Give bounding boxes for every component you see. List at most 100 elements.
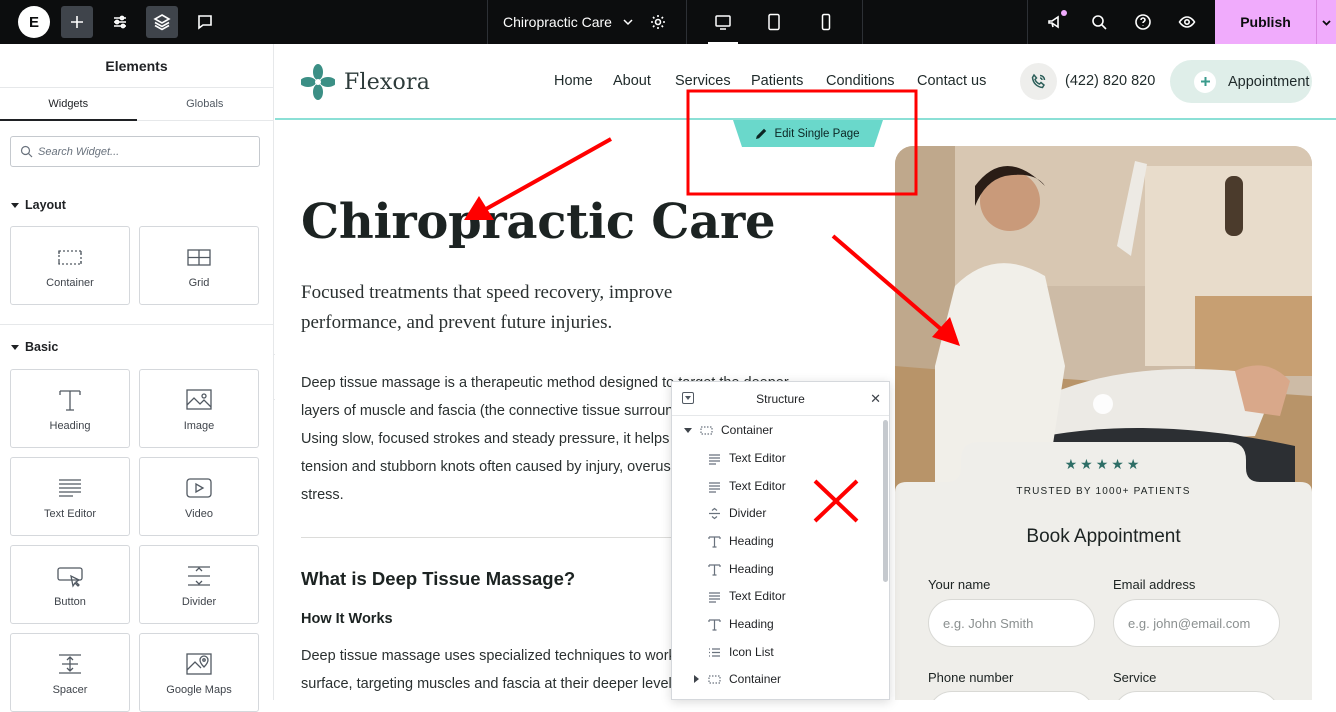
desktop-view-button[interactable] bbox=[708, 10, 738, 44]
service-select[interactable] bbox=[1113, 691, 1280, 700]
structure-item-label: Divider bbox=[729, 506, 767, 520]
phone-label: Phone number bbox=[928, 670, 1014, 685]
structure-item-icon-list[interactable]: Icon List bbox=[708, 641, 774, 663]
category-basic[interactable]: Basic bbox=[11, 340, 58, 354]
nav-home[interactable]: Home bbox=[554, 73, 593, 89]
widget-video[interactable]: Video bbox=[139, 457, 259, 536]
search-icon bbox=[1092, 15, 1107, 30]
close-icon[interactable]: ✕ bbox=[870, 391, 881, 407]
hero-subtitle[interactable]: Focused treatments that speed recovery, … bbox=[301, 278, 741, 338]
caret-right-icon[interactable] bbox=[694, 675, 699, 683]
nav-about[interactable]: About bbox=[613, 73, 651, 89]
add-element-button[interactable] bbox=[61, 6, 93, 38]
widget-label: Container bbox=[46, 276, 94, 289]
widget-image[interactable]: Image bbox=[139, 369, 259, 448]
name-label: Your name bbox=[928, 577, 991, 592]
structure-panel: Structure ✕ Container Text Editor Text E… bbox=[671, 381, 890, 700]
widget-text-editor[interactable]: Text Editor bbox=[10, 457, 130, 536]
notification-dot bbox=[1061, 10, 1067, 16]
nav-patients[interactable]: Patients bbox=[751, 73, 803, 89]
container-icon bbox=[58, 249, 82, 265]
tab-globals[interactable]: Globals bbox=[137, 88, 274, 120]
structure-item-divider[interactable]: Divider bbox=[708, 502, 766, 524]
category-layout[interactable]: Layout bbox=[11, 198, 66, 212]
structure-item-text-editor[interactable]: Text Editor bbox=[708, 475, 786, 497]
widget-grid[interactable]: Grid bbox=[139, 226, 259, 305]
text-editor-icon bbox=[709, 591, 720, 603]
email-field[interactable]: e.g. john@email.com bbox=[1113, 599, 1280, 647]
tablet-icon bbox=[768, 13, 780, 31]
search-placeholder: Search Widget... bbox=[38, 145, 120, 158]
widget-divider[interactable]: Divider bbox=[139, 545, 259, 624]
site-logo[interactable]: Flexora bbox=[301, 63, 430, 101]
layers-icon bbox=[153, 14, 171, 31]
structure-item-text-editor[interactable]: Text Editor bbox=[708, 585, 786, 607]
site-settings-button[interactable] bbox=[104, 6, 136, 38]
widget-label: Button bbox=[54, 595, 86, 608]
structure-title: Structure bbox=[756, 391, 805, 406]
booking-card-background bbox=[895, 442, 1312, 700]
structure-button[interactable] bbox=[146, 6, 178, 38]
trusted-text: TRUSTED BY 1000+ PATIENTS bbox=[1016, 486, 1191, 497]
nav-services[interactable]: Services bbox=[675, 73, 731, 89]
structure-item-container[interactable]: Container bbox=[684, 419, 773, 441]
widget-heading[interactable]: Heading bbox=[10, 369, 130, 448]
topbar-divider bbox=[1027, 0, 1028, 44]
publish-button[interactable]: Publish bbox=[1215, 0, 1316, 44]
help-button[interactable] bbox=[1127, 6, 1159, 38]
widget-google-maps[interactable]: Google Maps bbox=[139, 633, 259, 712]
nav-conditions[interactable]: Conditions bbox=[826, 73, 895, 89]
page-settings-button[interactable] bbox=[642, 6, 674, 38]
hero-heading[interactable]: Chiropractic Care bbox=[301, 194, 776, 250]
elements-panel: Elements Widgets Globals Search Widget..… bbox=[0, 44, 274, 712]
container-icon bbox=[700, 425, 713, 435]
structure-item-label: Icon List bbox=[729, 645, 774, 659]
caret-down-icon[interactable] bbox=[684, 427, 692, 433]
elementor-logo-icon[interactable]: E bbox=[18, 6, 50, 38]
email-placeholder: e.g. john@email.com bbox=[1128, 615, 1251, 631]
structure-item-heading[interactable]: Heading bbox=[708, 613, 774, 635]
structure-item-text-editor[interactable]: Text Editor bbox=[708, 447, 786, 469]
tab-widgets[interactable]: Widgets bbox=[0, 88, 137, 121]
icon-list-icon bbox=[709, 647, 720, 657]
email-label: Email address bbox=[1113, 577, 1196, 592]
structure-item-heading[interactable]: Heading bbox=[708, 558, 774, 580]
chevron-down-icon bbox=[1322, 19, 1331, 26]
whats-new-button[interactable] bbox=[1039, 6, 1071, 38]
topbar-divider bbox=[686, 0, 687, 44]
mobile-view-button[interactable] bbox=[814, 10, 838, 34]
publish-options-button[interactable] bbox=[1316, 0, 1336, 44]
help-icon bbox=[1135, 14, 1151, 30]
tablet-view-button[interactable] bbox=[762, 10, 786, 34]
structure-menu-icon[interactable] bbox=[682, 392, 694, 404]
phone-field[interactable] bbox=[928, 691, 1095, 700]
appointment-button[interactable]: Appointment bbox=[1170, 60, 1312, 103]
widget-label: Spacer bbox=[52, 683, 88, 696]
widget-container[interactable]: Container bbox=[10, 226, 130, 305]
structure-item-container[interactable]: Container bbox=[694, 668, 781, 690]
section-heading[interactable]: What is Deep Tissue Massage? bbox=[301, 568, 575, 590]
search-button[interactable] bbox=[1083, 6, 1115, 38]
plus-icon bbox=[71, 16, 83, 28]
widget-label: Video bbox=[185, 507, 213, 520]
edit-single-page-tab[interactable]: Edit Single Page bbox=[733, 120, 883, 147]
subsection-heading[interactable]: How It Works bbox=[301, 611, 393, 627]
structure-item-label: Container bbox=[729, 672, 782, 686]
widget-button[interactable]: Button bbox=[10, 545, 130, 624]
structure-item-label: Text Editor bbox=[729, 589, 786, 603]
widget-search-input[interactable]: Search Widget... bbox=[10, 136, 260, 167]
structure-item-heading[interactable]: Heading bbox=[708, 530, 774, 552]
panel-tabs: Widgets Globals bbox=[0, 88, 273, 121]
nav-contact[interactable]: Contact us bbox=[917, 73, 986, 89]
notes-button[interactable] bbox=[189, 6, 221, 38]
structure-header[interactable]: Structure ✕ bbox=[672, 382, 889, 416]
heading-icon bbox=[708, 535, 721, 548]
structure-scrollbar[interactable] bbox=[883, 420, 888, 582]
page-title-dropdown[interactable]: Chiropractic Care bbox=[503, 0, 634, 44]
preview-button[interactable] bbox=[1171, 6, 1203, 38]
phone-number[interactable]: (422) 820 820 bbox=[1065, 73, 1155, 89]
structure-item-label: Container bbox=[721, 423, 774, 437]
flower-logo-icon bbox=[301, 64, 335, 100]
widget-spacer[interactable]: Spacer bbox=[10, 633, 130, 712]
name-field[interactable]: e.g. John Smith bbox=[928, 599, 1095, 647]
